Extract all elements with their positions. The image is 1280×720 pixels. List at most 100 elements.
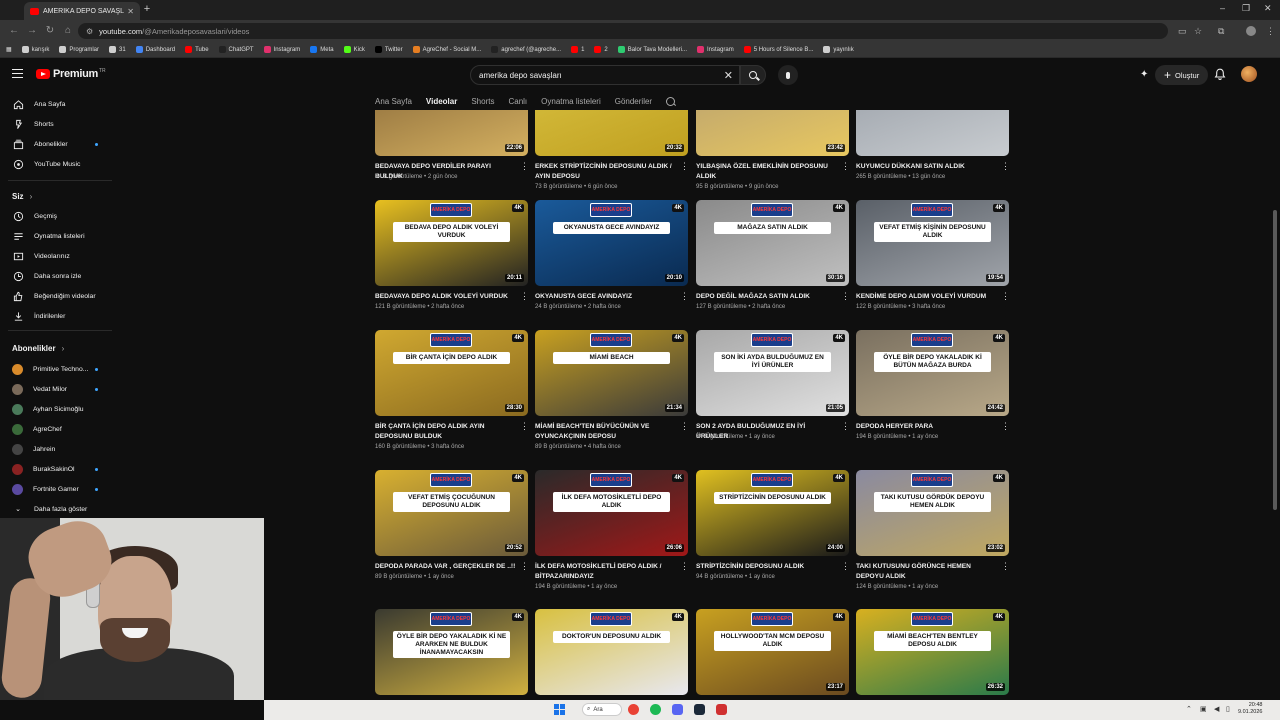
video-card[interactable]: AMERİKA DEPO 4K STRİPTİZCİNİN DEPOSUNU ALD… bbox=[696, 470, 850, 610]
video-more-options-icon[interactable]: ⋮ bbox=[841, 292, 850, 301]
browser-tab-active[interactable]: AMERİKA DEPO SAVAŞLARI - Y... ✕ bbox=[24, 2, 140, 20]
video-title[interactable]: STRİPTİZCİNİN DEPOSUNU ALDIK bbox=[696, 562, 839, 572]
video-thumbnail[interactable]: AMERİKA DEPO 4K BİR ÇANTA İÇİN DEPO ALDIK 2… bbox=[375, 330, 528, 416]
volume-icon[interactable]: ◀ bbox=[1214, 705, 1219, 713]
bookmark-star-icon[interactable]: ☆ bbox=[1194, 26, 1202, 37]
video-title[interactable]: KENDİME DEPO ALDIM VOLEYİ VURDUM bbox=[856, 292, 999, 302]
video-card[interactable]: AMERİKA DEPO 4K VEFAT ETMİŞ ÇOCUĞUNUN DEPO… bbox=[375, 470, 529, 610]
video-thumbnail[interactable]: AMERİKA DEPO 4K ÖYLE BİR DEPO YAKALADIK Kİ… bbox=[375, 609, 528, 695]
video-thumbnail[interactable]: AMERİKA DEPO 4K HOLLYWOOD'TAN MCM DEPOSU A… bbox=[696, 609, 849, 695]
video-card[interactable]: AMERİKA DEPO 4K MAĞAZA SATIN ALDIK 30:16 DEP… bbox=[696, 200, 850, 340]
video-thumbnail[interactable]: AMERİKA DEPO4K22:06 bbox=[375, 110, 528, 156]
video-title[interactable]: DEPO DEĞİL MAĞAZA SATIN ALDIK bbox=[696, 292, 839, 302]
back-icon[interactable]: ← bbox=[8, 25, 20, 37]
tray-chevron-icon[interactable]: ⌃ bbox=[1186, 705, 1192, 713]
tab-close-icon[interactable]: ✕ bbox=[127, 7, 134, 16]
video-card[interactable]: AMERİKA DEPO 4K BEDAVA DEPO ALDIK VOLEYİ V… bbox=[375, 200, 529, 340]
video-more-options-icon[interactable]: ⋮ bbox=[520, 292, 529, 301]
video-title[interactable]: OKYANUSTA GECE AVINDAYIZ bbox=[535, 292, 678, 302]
video-thumbnail[interactable]: AMERİKA DEPO4KALDIK23:42 bbox=[696, 110, 849, 156]
menu-icon[interactable] bbox=[12, 69, 23, 78]
video-thumbnail[interactable]: AMERİKA DEPO4KKÜÇÜK DEPO HAARİKA bbox=[856, 110, 1009, 156]
bookmark-item[interactable]: karışık bbox=[21, 46, 49, 53]
video-thumbnail[interactable]: AMERİKA DEPO 4K MİAMİ BEACH 21:34 bbox=[535, 330, 688, 416]
video-title[interactable]: KUYUMCU DÜKKANI SATIN ALDIK bbox=[856, 162, 999, 172]
video-card[interactable]: AMERİKA DEPO 4K MİAMİ BEACH'TEN BENTLEY DE… bbox=[856, 609, 1009, 700]
video-thumbnail[interactable]: AMERİKA DEPO 4K İLK DEFA MOTOSİKLETLİ DEPO… bbox=[535, 470, 688, 556]
search-button[interactable] bbox=[740, 65, 766, 85]
create-button[interactable]: + Oluştur bbox=[1155, 65, 1209, 85]
video-card[interactable]: AMERİKA DEPO 4K İLK DEFA MOTOSİKLETLİ DEPO… bbox=[535, 470, 689, 610]
spotify-app-icon[interactable] bbox=[650, 704, 661, 715]
video-thumbnail[interactable]: AMERİKA DEPO 4K VEFAT ETMİŞ ÇOCUĞUNUN DEPO… bbox=[375, 470, 528, 556]
bookmark-item[interactable]: AgreChef - Social M... bbox=[412, 46, 481, 53]
channel-tab[interactable]: Ana Sayfa bbox=[375, 97, 412, 106]
video-thumbnail[interactable]: AMERİKA DEPO 4K TAKI KUTUSU GÖRDÜK DEPOYU … bbox=[856, 470, 1009, 556]
chrome-app-icon[interactable] bbox=[628, 704, 639, 715]
url-field[interactable]: ⚙ youtube.com/@Amerikadeposavaslari/vide… bbox=[78, 23, 1168, 39]
video-thumbnail[interactable]: AMERİKA DEPO 4K SON İKİ AYDA BULDUĞUMUZ EN… bbox=[696, 330, 849, 416]
voice-search-button[interactable] bbox=[778, 65, 798, 85]
bookmark-item[interactable]: Dashboard bbox=[135, 46, 175, 53]
video-more-options-icon[interactable]: ⋮ bbox=[1001, 162, 1010, 171]
video-title[interactable]: BEDAVAYA DEPO ALDIK VOLEYİ VURDUK bbox=[375, 292, 518, 302]
video-more-options-icon[interactable]: ⋮ bbox=[841, 562, 850, 571]
video-card[interactable]: AMERİKA DEPO 4K TAKI KUTUSU GÖRDÜK DEPOYU … bbox=[856, 470, 1010, 610]
discord-app-icon[interactable] bbox=[672, 704, 683, 715]
video-more-options-icon[interactable]: ⋮ bbox=[1001, 292, 1010, 301]
clear-search-icon[interactable]: ✕ bbox=[724, 69, 733, 82]
video-card[interactable]: AMERİKA DEPO 4K DOKTOR'UN DEPOSUNU ALDIK bbox=[535, 609, 688, 700]
channel-tab[interactable]: Oynatma listeleri bbox=[541, 97, 601, 106]
bookmark-item[interactable]: 2 bbox=[594, 46, 608, 53]
video-title[interactable]: İLK DEFA MOTOSİKLETLİ DEPO ALDIK / BİTPA… bbox=[535, 562, 678, 581]
site-info-icon[interactable]: ⚙ bbox=[86, 27, 93, 36]
video-more-options-icon[interactable]: ⋮ bbox=[520, 422, 529, 431]
video-thumbnail[interactable]: AMERİKA DEPO 4K STRİPTİZCİNİN DEPOSUNU ALD… bbox=[696, 470, 849, 556]
channel-search-icon[interactable] bbox=[666, 96, 676, 106]
search-input[interactable] bbox=[479, 70, 709, 80]
bookmark-item[interactable]: Meta bbox=[310, 46, 334, 53]
bookmark-item[interactable]: 5 Hours of Silence B... bbox=[743, 46, 813, 53]
close-window-icon[interactable]: ✕ bbox=[1264, 3, 1272, 14]
forward-icon[interactable]: → bbox=[26, 25, 38, 37]
video-card[interactable]: AMERİKA DEPO 4K SON İKİ AYDA BULDUĞUMUZ EN… bbox=[696, 330, 850, 470]
bookmark-item[interactable]: 1 bbox=[571, 46, 584, 53]
video-thumbnail[interactable]: AMERİKA DEPO4KABİ FENAA20:32 bbox=[535, 110, 688, 156]
video-card[interactable]: AMERİKA DEPO4KABİ FENAA20:32 ERKEK STRİPT… bbox=[535, 110, 689, 210]
video-more-options-icon[interactable]: ⋮ bbox=[680, 562, 689, 571]
battery-icon[interactable]: ▯ bbox=[1226, 705, 1230, 713]
video-card[interactable]: AMERİKA DEPO 4K HOLLYWOOD'TAN MCM DEPOSU A… bbox=[696, 609, 849, 700]
video-title[interactable]: BİR ÇANTA İÇİN DEPO ALDIK AYIN DEPOSUNU … bbox=[375, 422, 518, 441]
video-thumbnail[interactable]: AMERİKA DEPO 4K DOKTOR'UN DEPOSUNU ALDIK bbox=[535, 609, 688, 695]
bookmark-item[interactable]: Programlar bbox=[59, 46, 99, 53]
bookmark-item[interactable]: Kick bbox=[343, 46, 365, 53]
video-card[interactable]: AMERİKA DEPO4K22:06BEDAVAYA DEPO VERDİLE… bbox=[375, 110, 529, 210]
video-thumbnail[interactable]: AMERİKA DEPO 4K BEDAVA DEPO ALDIK VOLEYİ V… bbox=[375, 200, 528, 286]
video-more-options-icon[interactable]: ⋮ bbox=[520, 162, 529, 171]
taskbar-clock[interactable]: 20:48 9.01.2026 bbox=[1238, 702, 1262, 716]
bookmark-item[interactable]: yayınlık bbox=[823, 46, 854, 53]
video-more-options-icon[interactable]: ⋮ bbox=[841, 422, 850, 431]
bookmark-item[interactable]: Balor Tava Modelleri... bbox=[617, 46, 687, 53]
video-thumbnail[interactable]: AMERİKA DEPO 4K OKYANUSTA GECE AVINDAYIZ 20… bbox=[535, 200, 688, 286]
reload-icon[interactable]: ↻ bbox=[44, 25, 56, 37]
video-card[interactable]: AMERİKA DEPO 4K ÖYLE BİR DEPO YAKALADIK Kİ… bbox=[856, 330, 1010, 470]
video-thumbnail[interactable]: AMERİKA DEPO 4K MİAMİ BEACH'TEN BENTLEY DE… bbox=[856, 609, 1009, 695]
video-card[interactable]: AMERİKA DEPO 4K BİR ÇANTA İÇİN DEPO ALDIK 2… bbox=[375, 330, 529, 470]
video-card[interactable]: AMERİKA DEPO 4K MİAMİ BEACH 21:34 MİAMİ BEAC… bbox=[535, 330, 689, 470]
video-more-options-icon[interactable]: ⋮ bbox=[1001, 422, 1010, 431]
channel-tab[interactable]: Videolar bbox=[426, 97, 457, 106]
bookmark-item[interactable]: Instagram bbox=[263, 46, 300, 53]
cast-icon[interactable]: ✦ bbox=[1140, 69, 1151, 80]
video-card[interactable]: AMERİKA DEPO 4K VEFAT ETMİŞ KİŞİNİN DEPOSU… bbox=[856, 200, 1010, 340]
apps-grid-icon[interactable]: ▦ bbox=[6, 46, 12, 53]
video-thumbnail[interactable]: AMERİKA DEPO 4K MAĞAZA SATIN ALDIK 30:16 bbox=[696, 200, 849, 286]
video-card[interactable]: AMERİKA DEPO 4K ÖYLE BİR DEPO YAKALADIK Kİ… bbox=[375, 609, 528, 700]
bookmark-item[interactable]: Tube bbox=[185, 46, 209, 53]
video-card[interactable]: AMERİKA DEPO4KALDIK23:42 YILBAŞINA ÖZEL E… bbox=[696, 110, 850, 210]
video-card[interactable]: AMERİKA DEPO4KKÜÇÜK DEPO HAARİKA KUYUMCU … bbox=[856, 110, 1010, 210]
video-more-options-icon[interactable]: ⋮ bbox=[680, 162, 689, 171]
extensions-icon[interactable]: ⧉ bbox=[1218, 26, 1224, 37]
video-title[interactable]: TAKI KUTUSUNU GÖRÜNCE HEMEN DEPOYU ALDIK bbox=[856, 562, 999, 581]
windows-start-icon[interactable] bbox=[554, 704, 565, 715]
